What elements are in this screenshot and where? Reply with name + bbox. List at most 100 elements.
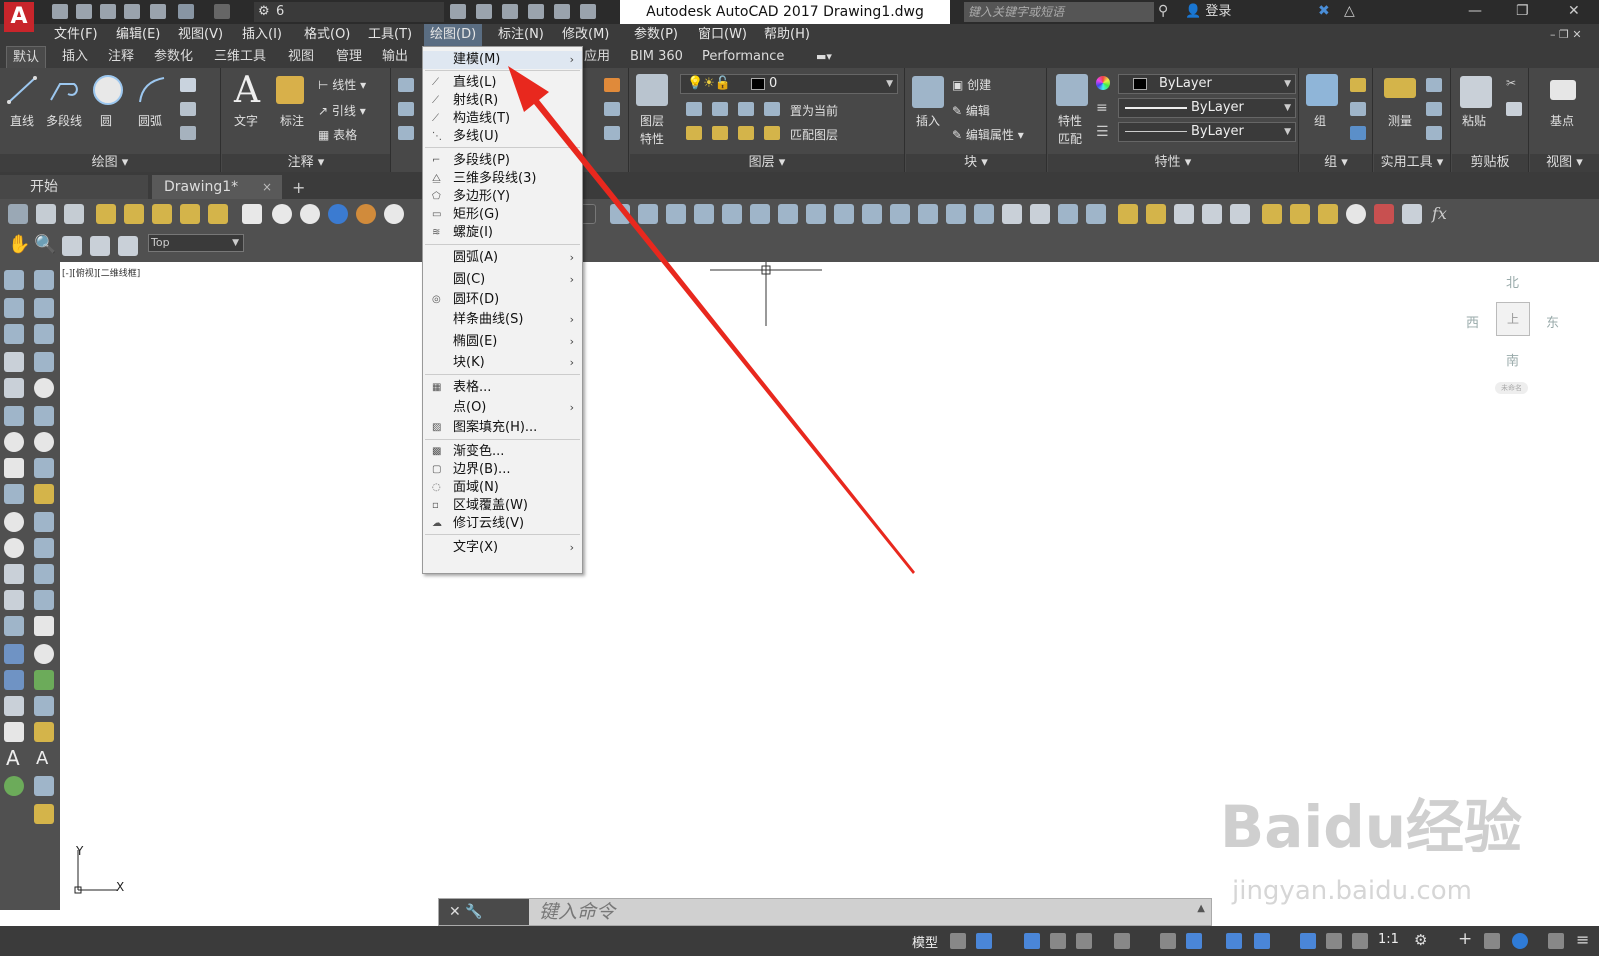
rectangle-icon[interactable] (180, 78, 196, 92)
walk-icon[interactable] (62, 236, 82, 256)
add-selected-icon[interactable] (4, 776, 24, 796)
paste-label[interactable]: 粘贴 (1462, 112, 1486, 129)
circle-tool-icon[interactable] (92, 74, 124, 106)
chamfer-icon[interactable] (1002, 204, 1022, 224)
otrack-icon[interactable] (1160, 933, 1176, 949)
scale-icon[interactable] (806, 204, 826, 224)
layer-properties-icon[interactable] (636, 74, 668, 106)
realistic-style-icon[interactable] (328, 204, 348, 224)
plot-icon[interactable] (150, 4, 166, 19)
text-tool-icon[interactable]: A (234, 70, 260, 111)
viewport-controls[interactable]: [-][俯视][二维线框] (62, 266, 140, 279)
binoculars-icon[interactable]: ⚲ (1158, 0, 1168, 22)
print-icon[interactable] (476, 4, 492, 19)
lineweight-icon[interactable] (1186, 933, 1202, 949)
open-icon[interactable] (76, 4, 92, 19)
ortho-icon[interactable] (1050, 933, 1066, 949)
tab-performance[interactable]: Performance (696, 46, 790, 68)
command-history-icon[interactable]: ▲ (1197, 903, 1205, 914)
dimension-icon[interactable] (276, 76, 304, 104)
function-icon[interactable]: fx (1432, 204, 1447, 223)
command-line-buttons[interactable]: ✕ 🔧 (439, 899, 529, 925)
dim-break-icon[interactable] (34, 590, 54, 610)
group-panel-footer[interactable]: 组 ▾ (1300, 154, 1372, 172)
insert-block-icon[interactable] (4, 564, 24, 584)
inspection-icon[interactable] (34, 670, 54, 690)
explode-icon[interactable] (1086, 204, 1106, 224)
match-properties-label-2[interactable]: 匹配 (1058, 130, 1082, 147)
construction-line-icon[interactable] (4, 298, 24, 318)
menu-parametric[interactable]: 参数(P) (628, 24, 684, 46)
menu-item-rectangle[interactable]: ▭ 矩形(G) (423, 206, 582, 224)
grid-icon[interactable] (950, 933, 966, 949)
orbit-icon[interactable] (36, 204, 56, 224)
menu-item-ray[interactable]: ⟋ 射线(R) (423, 92, 582, 110)
dim-angular-icon[interactable] (34, 458, 54, 478)
wcs-dropdown[interactable]: 未命名 (1495, 382, 1528, 394)
annotation-scale-icon[interactable] (1352, 933, 1368, 949)
add-tab-button[interactable]: + (292, 178, 305, 197)
dim-text-edit-icon[interactable]: A (36, 748, 48, 769)
array-icon[interactable] (722, 204, 742, 224)
layers-panel-footer[interactable]: 图层 ▾ (630, 154, 904, 172)
stretch-icon[interactable] (834, 204, 854, 224)
draw-panel-footer[interactable]: 绘图 ▾ (0, 154, 220, 172)
break-at-point-icon[interactable] (946, 204, 966, 224)
compass-south[interactable]: 南 (1506, 350, 1519, 369)
save-icon[interactable] (100, 4, 116, 19)
polyline-tool-icon[interactable] (48, 74, 80, 106)
dim-jogged-icon[interactable] (34, 406, 54, 426)
customization-menu-icon[interactable]: ≡ (1576, 930, 1589, 949)
close-icon[interactable]: ✕ (1568, 0, 1580, 22)
visual-style-icon[interactable] (242, 204, 262, 224)
compass-east[interactable]: 东 (1546, 312, 1559, 331)
menu-view[interactable]: 视图(V) (172, 24, 229, 46)
login-button[interactable]: 👤 登录 (1185, 2, 1231, 22)
line-tool-icon[interactable] (6, 74, 38, 106)
annotation-panel-footer[interactable]: 注释 ▾ (222, 154, 390, 172)
properties-panel-footer[interactable]: 特性 ▾ (1048, 154, 1298, 172)
quick-dim-icon[interactable] (34, 484, 54, 504)
erase-icon[interactable] (1374, 204, 1394, 224)
layer-tool-icon[interactable] (738, 102, 754, 116)
line-tool-label[interactable]: 直线 (10, 112, 34, 129)
inquiry-icon[interactable] (1174, 204, 1194, 224)
compass-west[interactable]: 西 (1466, 312, 1479, 331)
tab-manage[interactable]: 管理 (330, 46, 368, 68)
shaded-style-icon[interactable] (384, 204, 404, 224)
camera-icon[interactable] (90, 236, 110, 256)
point-icon[interactable] (1426, 102, 1442, 116)
jogged-linear-icon[interactable] (34, 696, 54, 716)
dim-style-icon[interactable] (34, 804, 54, 824)
text-tool-label[interactable]: 文字 (234, 112, 258, 129)
linear-dim-button[interactable]: ⊢ 线性 ▾ (318, 76, 366, 93)
share-icon[interactable] (450, 4, 466, 19)
tab-parametric[interactable]: 参数化 (148, 46, 199, 68)
menu-insert[interactable]: 插入(I) (236, 24, 288, 46)
restore-icon[interactable]: ❐ (1516, 0, 1529, 22)
modify-tool-icon[interactable] (638, 204, 658, 224)
tab-insert[interactable]: 插入 (56, 46, 94, 68)
dimension-continue-icon[interactable] (208, 204, 228, 224)
menu-item-donut[interactable]: ◎ 圆环(D) (423, 291, 582, 309)
color-dropdown[interactable]: ByLayer ▼ (1118, 74, 1296, 94)
mtext-icon[interactable]: A (6, 746, 20, 770)
group-icon[interactable] (1306, 74, 1338, 106)
close-tab-icon[interactable]: × (262, 175, 272, 199)
break-icon[interactable] (918, 204, 938, 224)
tab-bim360[interactable]: BIM 360 (624, 46, 689, 68)
view-panel-footer[interactable]: 视图 ▾ (1530, 154, 1599, 172)
menu-item-hatch[interactable]: ▨ 图案填充(H)... (423, 419, 582, 437)
measure-icon[interactable] (1384, 78, 1416, 98)
block-panel-footer[interactable]: 块 ▾ (906, 154, 1046, 172)
layer-tool-icon[interactable] (712, 102, 728, 116)
boundary-icon[interactable] (180, 126, 196, 140)
polyline-icon[interactable] (4, 324, 24, 344)
menu-item-spline[interactable]: 样条曲线(S) › (423, 311, 582, 329)
move-icon[interactable] (398, 78, 414, 92)
polygon-icon[interactable] (4, 352, 24, 372)
table-icon[interactable] (4, 722, 24, 742)
dim-ordinate-icon[interactable] (34, 352, 54, 372)
ribbon-toggle-icon[interactable]: ▬▾ (810, 46, 838, 68)
base-point-icon[interactable] (1550, 80, 1576, 100)
